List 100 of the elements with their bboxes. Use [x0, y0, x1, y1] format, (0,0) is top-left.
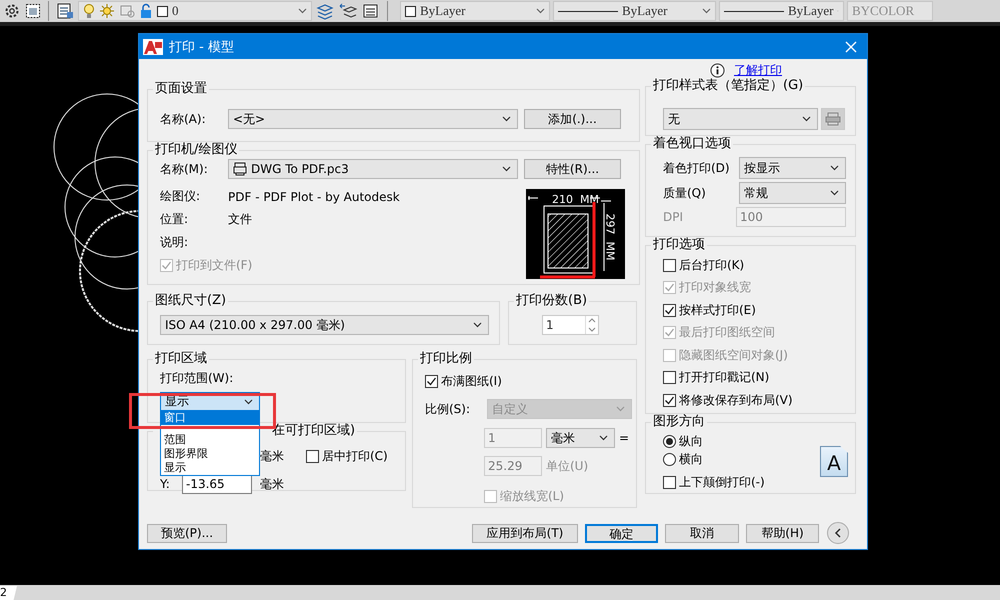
- input-field: 1: [484, 428, 542, 448]
- button[interactable]: 特性(R)...: [524, 159, 621, 179]
- group-title: 图纸尺寸(Z): [154, 293, 228, 309]
- group-title: 打印选项: [652, 237, 706, 253]
- checkbox-label: 隐藏图纸空间对象(J): [679, 346, 788, 364]
- page-preview: A: [820, 446, 848, 477]
- input-field[interactable]: -13.65: [182, 474, 252, 494]
- help-link[interactable]: 了解打印: [734, 62, 782, 78]
- dropdown[interactable]: 按显示: [739, 157, 846, 179]
- window-title: 打印 - 模型: [169, 38, 234, 56]
- line-sample: [724, 10, 784, 12]
- gear-icon: [3, 2, 21, 20]
- spin-field[interactable]: 1: [542, 315, 599, 335]
- line-sample: [558, 10, 618, 12]
- input-field: 25.29: [484, 456, 542, 476]
- dropdown-option[interactable]: 窗口: [161, 411, 259, 425]
- bulb-icon: [83, 3, 95, 19]
- checkbox-label: 最后打印图纸空间: [679, 324, 775, 342]
- button[interactable]: 预览(P)...: [147, 524, 227, 542]
- field-label: 毫米: [260, 476, 284, 492]
- expand-button[interactable]: [827, 522, 849, 544]
- dropdown[interactable]: DWG To PDF.pc3: [228, 159, 518, 179]
- group-title: 页面设置: [154, 81, 208, 97]
- field-label: 名称(M):: [160, 160, 209, 178]
- field-label: 名称(A):: [160, 110, 207, 128]
- input-field: 100: [736, 207, 846, 227]
- checkbox-label: 打印到文件(F): [176, 257, 252, 274]
- sun-icon: [99, 3, 115, 19]
- dropdown-option[interactable]: 显示: [161, 461, 259, 475]
- radio-label: 纵向: [679, 432, 703, 450]
- lineweight-dropdown[interactable]: ByLayer: [719, 1, 844, 21]
- field-label: Y:: [160, 477, 171, 491]
- info-icon: [710, 62, 725, 78]
- group-title: 打印样式表（笔指定）(G): [652, 78, 804, 94]
- layer-previous-icon: [338, 2, 358, 20]
- close-icon: [845, 40, 857, 52]
- button[interactable]: 帮助(H): [746, 524, 819, 542]
- checkbox[interactable]: [425, 375, 438, 388]
- dropdown[interactable]: ISO A4 (210.00 x 297.00 毫米): [160, 315, 489, 335]
- field-label: 位置:: [160, 211, 190, 228]
- radio-button[interactable]: [663, 434, 676, 448]
- group-title: 打印份数(B): [515, 293, 588, 309]
- dropdown[interactable]: 毫米: [546, 428, 615, 448]
- dimension-label: 297 MM: [604, 214, 616, 260]
- field-label: 打印范围(W):: [160, 370, 234, 387]
- field-label: =: [619, 431, 630, 445]
- layer-dropdown[interactable]: 0: [78, 1, 312, 21]
- checkbox-label: 打印对象线宽: [679, 279, 751, 296]
- checkbox[interactable]: [306, 450, 319, 462]
- chevron-left-icon: [834, 528, 842, 538]
- field-label: 单位(U): [546, 458, 588, 474]
- window-icon: [24, 2, 42, 20]
- field-label: 毫米: [260, 448, 284, 464]
- field-label: 质量(Q): [663, 184, 707, 202]
- dropdown[interactable]: 无: [663, 108, 818, 130]
- checkbox-label: 居中打印(C): [322, 448, 388, 464]
- checkbox-label: 上下颠倒打印(-): [679, 474, 765, 490]
- group-title: 打印区域: [154, 351, 208, 367]
- field-label: DPI: [663, 210, 684, 224]
- button[interactable]: 取消: [665, 524, 739, 542]
- checkbox-label: 后台打印(K): [679, 256, 744, 274]
- radio-button[interactable]: [663, 452, 676, 466]
- checkbox-label: 缩放线宽(L): [500, 488, 564, 505]
- checkbox[interactable]: [663, 258, 676, 272]
- field-label: 说明:: [160, 234, 190, 251]
- color-swatch: [157, 6, 168, 16]
- dropdown-option[interactable]: 范围: [161, 433, 259, 447]
- field-value: PDF - PDF Plot - by Autodesk: [228, 190, 400, 204]
- checkbox[interactable]: [663, 371, 676, 384]
- field-label: 绘图仪:: [160, 188, 202, 205]
- checkbox-label: 将修改保存到布局(V): [679, 392, 793, 409]
- dropdown[interactable]: 常规: [739, 182, 846, 204]
- printer-icon: [825, 112, 841, 126]
- checkbox[interactable]: [663, 476, 676, 488]
- field-value: 文件: [228, 211, 253, 228]
- button[interactable]: 添加(.)...: [524, 109, 621, 129]
- field-label: 着色打印(D): [663, 160, 731, 176]
- plotter-icon: [233, 162, 247, 176]
- linetype-dropdown[interactable]: ByLayer: [553, 1, 716, 21]
- layers-icon: [55, 2, 75, 20]
- layout-tab[interactable]: 2: [0, 586, 17, 600]
- checkbox-label: 打开打印戳记(N): [679, 369, 770, 386]
- checkbox[interactable]: [663, 394, 676, 407]
- checkbox[interactable]: [663, 304, 676, 317]
- group-title: 图形方向: [652, 414, 706, 430]
- checkbox-label: 按样式打印(E): [679, 302, 756, 319]
- color-dropdown[interactable]: ByLayer: [400, 1, 550, 21]
- color-swatch: [405, 6, 416, 16]
- app-icon: [143, 38, 163, 54]
- plot-style-dropdown: BYCOLOR: [847, 1, 933, 21]
- viewport-icon: [119, 3, 135, 19]
- button[interactable]: 确定: [585, 524, 658, 542]
- dropdown-option[interactable]: 图形界限: [161, 447, 259, 461]
- button[interactable]: 应用到布局(T): [472, 524, 578, 542]
- group-title: 着色视口选项: [652, 136, 732, 152]
- dropdown[interactable]: <无>: [228, 109, 518, 129]
- checkbox-label: 布满图纸(I): [441, 373, 502, 390]
- layer-stack-icon: [315, 2, 335, 20]
- group-title: 打印机/绘图仪: [154, 142, 238, 158]
- field-label: 比例(S):: [425, 400, 472, 418]
